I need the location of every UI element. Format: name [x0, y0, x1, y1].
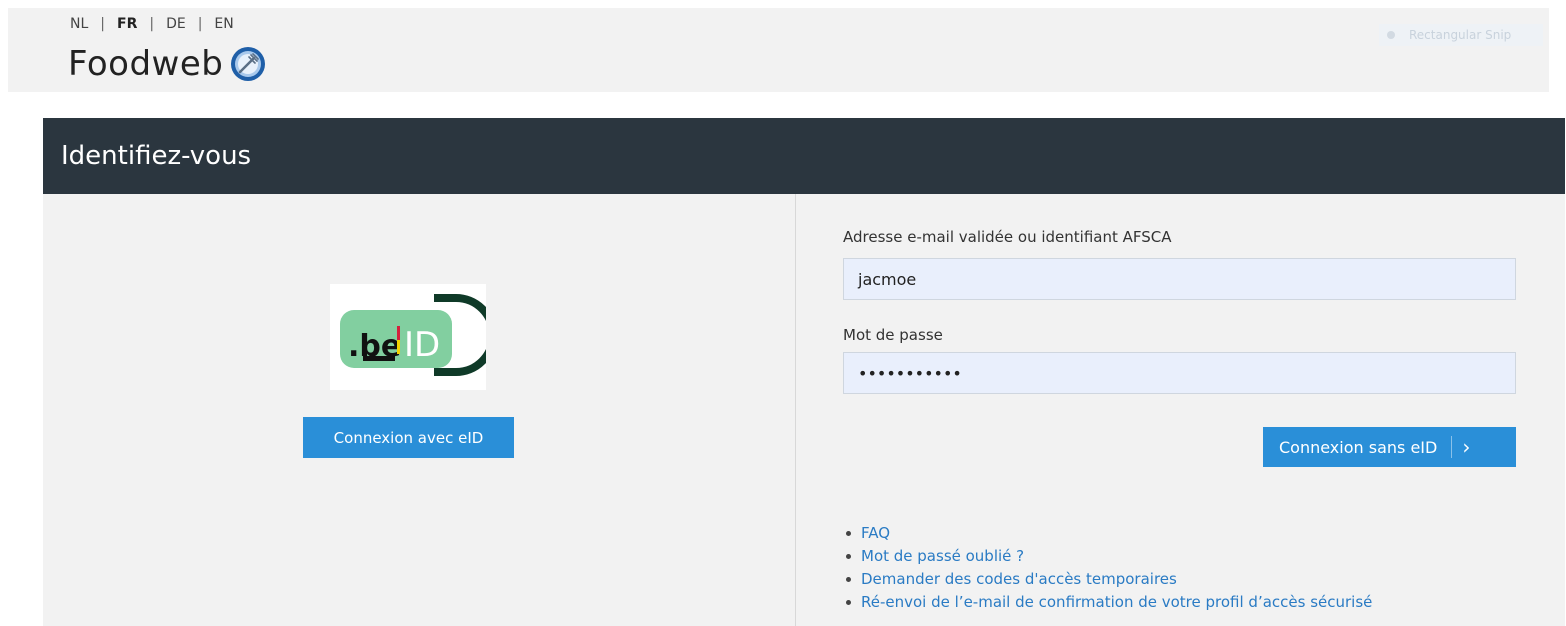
snip-icon: [1387, 31, 1395, 39]
list-item[interactable]: Mot de passé oublié ?: [846, 545, 1372, 568]
button-divider: [1451, 436, 1453, 458]
temp-codes-link[interactable]: Demander des codes d'accès temporaires: [861, 568, 1177, 591]
skip-link-label: Rectangular Snip: [1409, 28, 1512, 42]
help-links: FAQ Mot de passé oublié ? Demander des c…: [846, 522, 1372, 614]
chevron-right-icon: ›: [1462, 435, 1471, 459]
email-label: Adresse e-mail validée ou identifiant AF…: [843, 228, 1172, 246]
login-panel: Identifiez-vous .be ID Connexion avec eI…: [43, 118, 1565, 626]
list-item[interactable]: Demander des codes d'accès temporaires: [846, 568, 1372, 591]
email-field[interactable]: jacmoe: [843, 258, 1516, 300]
bullet-icon: [846, 577, 851, 582]
bullet-icon: [846, 554, 851, 559]
beid-logo-be: .be: [348, 329, 401, 364]
lang-en[interactable]: EN: [202, 16, 245, 32]
top-bar: NL | FR | DE | EN Foodweb Rectangular Sn…: [8, 8, 1549, 92]
login-without-eid-button[interactable]: Connexion sans eID ›: [1263, 427, 1516, 467]
list-item[interactable]: FAQ: [846, 522, 1372, 545]
skip-link[interactable]: Rectangular Snip: [1379, 24, 1543, 46]
lang-fr[interactable]: FR: [105, 16, 149, 32]
beid-logo: .be ID: [330, 284, 486, 390]
forgot-password-link[interactable]: Mot de passé oublié ?: [861, 545, 1024, 568]
panel-divider: [795, 194, 796, 626]
faq-link[interactable]: FAQ: [861, 522, 890, 545]
password-label: Mot de passe: [843, 326, 943, 344]
bullet-icon: [846, 531, 851, 536]
bullet-icon: [846, 600, 851, 605]
language-switcher: NL | FR | DE | EN: [70, 16, 246, 32]
eid-login-button[interactable]: Connexion avec eID: [303, 417, 514, 458]
resend-confirmation-link[interactable]: Ré-envoi de l’e-mail de confirmation de …: [861, 591, 1372, 614]
password-field[interactable]: •••••••••••: [843, 352, 1516, 394]
brand-name: Foodweb: [68, 44, 224, 84]
list-item[interactable]: Ré-envoi de l’e-mail de confirmation de …: [846, 591, 1372, 614]
panel-title: Identifiez-vous: [43, 118, 1565, 194]
lang-de[interactable]: DE: [154, 16, 198, 32]
lang-nl[interactable]: NL: [70, 16, 100, 32]
beid-logo-id: ID: [404, 325, 440, 365]
brand[interactable]: Foodweb: [68, 44, 267, 84]
login-without-eid-label: Connexion sans eID: [1279, 437, 1438, 457]
fork-globe-icon: [231, 47, 266, 81]
